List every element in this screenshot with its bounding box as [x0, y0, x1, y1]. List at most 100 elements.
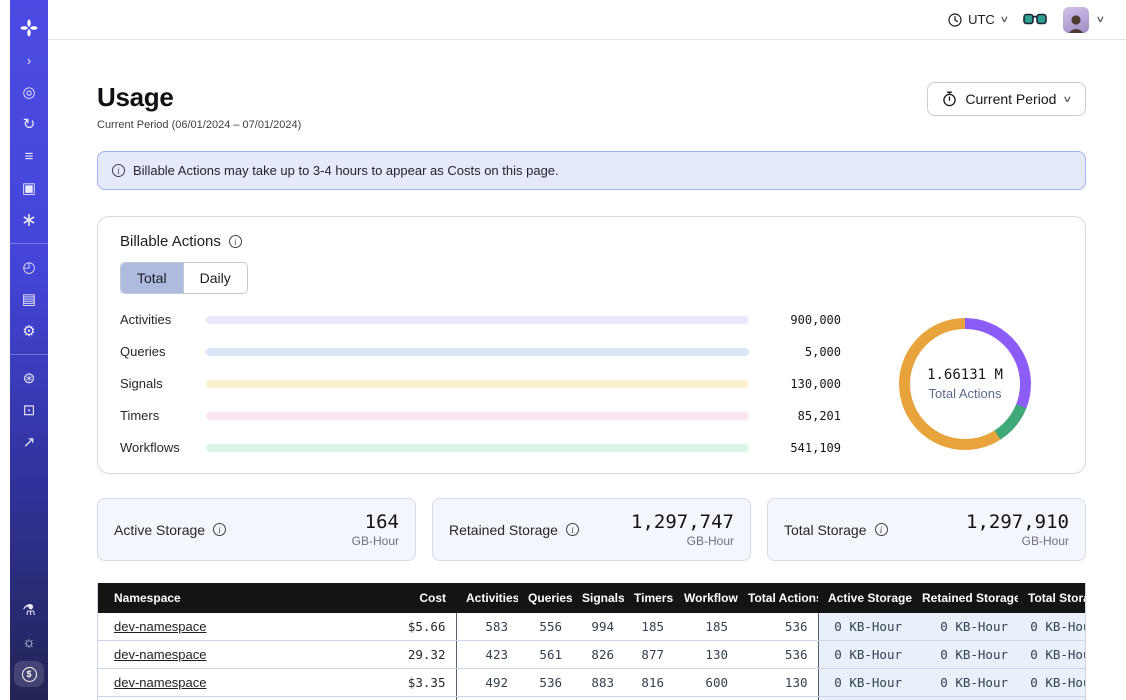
table-header-row: Namespace Cost Activities Queries Signal…	[98, 583, 1086, 613]
total-storage-cell: 0 KB-Hour	[1018, 613, 1086, 641]
cost-cell: 29.32	[366, 641, 456, 669]
glasses-icon	[1023, 13, 1047, 26]
activities-cell: 583	[456, 613, 518, 641]
bar-label: Workflows	[120, 440, 206, 455]
main-area: UTC ∨ ∨ Usage Current Period (06/01/2024…	[48, 0, 1126, 700]
signals-cell: 883	[572, 669, 624, 697]
sidebar-divider	[10, 354, 48, 355]
theme-sun-icon[interactable]: ☼	[16, 629, 42, 655]
total-actions-value: 1.66131 M	[927, 367, 1003, 383]
user-menu[interactable]: ∨	[1063, 7, 1104, 33]
col-retained-storage: Retained Storage	[912, 583, 1018, 613]
billing-icon[interactable]: ▤	[16, 286, 42, 312]
period-selector-button[interactable]: Current Period ∨	[927, 82, 1086, 116]
retained-storage-unit: GB-Hour	[631, 534, 734, 548]
tab-total[interactable]: Total	[121, 263, 183, 293]
total-storage-cell: 0 KB-Hour	[1018, 641, 1086, 669]
tab-daily[interactable]: Daily	[183, 263, 247, 293]
workflows-cell: 185	[674, 613, 738, 641]
active-storage-label: Active Storage	[114, 522, 205, 538]
info-icon[interactable]: i	[213, 523, 226, 536]
settings-icon[interactable]: ⚙	[16, 318, 42, 344]
table-row: dev-namespace $3.35 492 536 883 816 600 …	[98, 669, 1086, 697]
storage-summary-row: Active Storage i 164 GB-Hour Retained St…	[97, 498, 1086, 561]
queries-cell: 536	[518, 669, 572, 697]
billable-actions-title: Billable Actions	[120, 233, 221, 250]
bar-value: 900,000	[749, 313, 841, 327]
col-workflows: Workflows	[674, 583, 738, 613]
active-storage-cell: 0 KB-Hour	[818, 641, 912, 669]
col-activities: Activities	[456, 583, 518, 613]
bar-track	[206, 444, 749, 452]
schedules-icon[interactable]: ↻	[16, 111, 42, 137]
workflows-cell: 600	[674, 669, 738, 697]
bar-value: 130,000	[749, 377, 841, 391]
namespace-usage-table: Namespace Cost Activities Queries Signal…	[98, 583, 1086, 700]
stack-icon[interactable]: ≡	[16, 143, 42, 169]
bar-label: Activities	[120, 312, 206, 327]
namespace-usage-table-wrap: Namespace Cost Activities Queries Signal…	[97, 583, 1086, 700]
retained-storage-cell: 0 KB-Hour	[912, 669, 1018, 697]
clock-icon	[948, 13, 962, 27]
info-icon[interactable]: i	[875, 523, 888, 536]
total-storage-cell: 0 KB-Hour	[1018, 669, 1086, 697]
workflows-cell: 130	[674, 641, 738, 669]
bar-track	[206, 380, 749, 388]
namespaces-icon[interactable]: ◎	[16, 79, 42, 105]
namespace-link[interactable]: dev-namespace	[114, 619, 207, 634]
namespace-link[interactable]: dev-namespace	[114, 647, 207, 662]
workflows-cell	[674, 697, 738, 700]
total-actions-donut-wrap: 1.66131 M Total Actions	[867, 318, 1063, 450]
dollar-icon: $	[22, 667, 37, 682]
glasses-button[interactable]	[1023, 13, 1047, 26]
total-storage-value: 1,297,910	[966, 511, 1069, 533]
bar-value: 85,201	[749, 409, 841, 423]
activities-cell: 492	[456, 669, 518, 697]
active-storage-cell: 0 KB-Hour	[818, 613, 912, 641]
total-storage-label: Total Storage	[784, 522, 867, 538]
getting-started-icon[interactable]: ↗	[16, 429, 42, 455]
bar-label: Timers	[120, 408, 206, 423]
timezone-selector[interactable]: UTC ∨	[948, 12, 1007, 27]
retained-storage-cell: 0 KB-Hour	[912, 641, 1018, 669]
col-namespace: Namespace	[98, 583, 366, 613]
bar-value: 541,109	[749, 441, 841, 455]
info-icon[interactable]: i	[112, 164, 125, 177]
sidebar-divider	[10, 243, 48, 244]
support-icon[interactable]: ⊛	[16, 365, 42, 391]
col-signals: Signals	[572, 583, 624, 613]
sidebar-collapse-icon[interactable]: ›	[16, 47, 42, 73]
queries-cell	[518, 697, 572, 700]
bar-track	[206, 412, 749, 420]
total-storage-card: Total Storage i 1,297,910 GB-Hour	[767, 498, 1086, 561]
timers-cell: 877	[624, 641, 674, 669]
col-cost: Cost	[366, 583, 456, 613]
retained-storage-value: 1,297,747	[631, 511, 734, 533]
info-icon[interactable]: i	[566, 523, 579, 536]
billable-actions-bar-chart: Activities 900,000 Queries 5,000 Signals	[120, 312, 867, 455]
docs-icon[interactable]: ⊡	[16, 397, 42, 423]
info-icon[interactable]: i	[229, 235, 242, 248]
namespace-link[interactable]: dev-namespace	[114, 675, 207, 690]
bar-value: 5,000	[749, 345, 841, 359]
timers-cell	[624, 697, 674, 700]
billing-dollar-button[interactable]: $	[14, 661, 44, 687]
lab-flask-icon[interactable]: ⚗	[16, 597, 42, 623]
app-window: › ◎ ↻ ≡ ▣ ∗ ◴ ▤ ⚙ ⊛ ⊡ ↗ ⚗ ☼ $ UTC ∨	[0, 0, 1126, 700]
retained-storage-card: Retained Storage i 1,297,747 GB-Hour	[432, 498, 751, 561]
donut-center: 1.66131 M Total Actions	[910, 329, 1020, 439]
signals-cell	[572, 697, 624, 700]
nexus-icon[interactable]: ∗	[16, 207, 42, 233]
deployments-icon[interactable]: ▣	[16, 175, 42, 201]
table-row: dev-namespace 29.32 423 561 826 877 130 …	[98, 641, 1086, 669]
table-row: dev-namespace $5.66 583 556 994 185 185 …	[98, 613, 1086, 641]
usage-bar-row: Signals 130,000	[120, 376, 841, 391]
active-storage-unit: GB-Hour	[352, 534, 399, 548]
activities-cell: 423	[456, 641, 518, 669]
chevron-down-icon: ∨	[1063, 94, 1073, 105]
timers-cell: 185	[624, 613, 674, 641]
total-actions-label: Total Actions	[929, 386, 1002, 401]
usage-icon[interactable]: ◴	[16, 254, 42, 280]
temporal-logo-icon[interactable]	[16, 15, 42, 41]
total-actions-donut: 1.66131 M Total Actions	[899, 318, 1031, 450]
